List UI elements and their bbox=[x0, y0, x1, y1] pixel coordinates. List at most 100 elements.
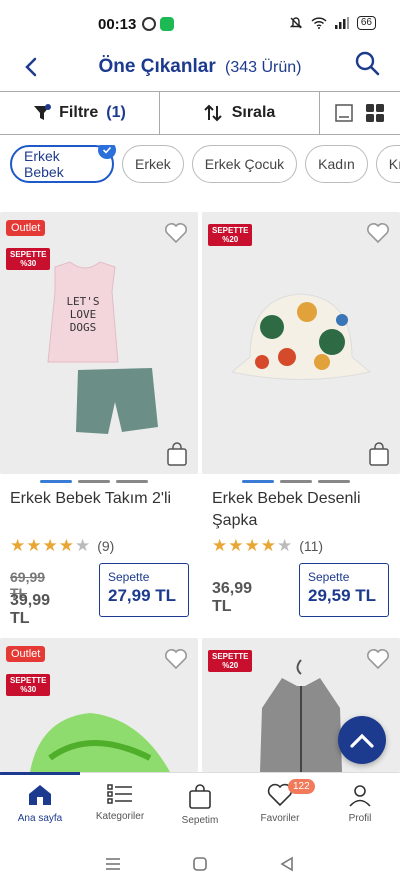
chip-kiz[interactable]: Kız bbox=[375, 145, 400, 183]
rating: ★★★★ ★ (9) bbox=[10, 536, 114, 556]
favorite-button[interactable] bbox=[164, 222, 188, 246]
sort-icon bbox=[203, 104, 222, 122]
sale-badge: SEPETTE %20 bbox=[208, 650, 253, 672]
filter-button[interactable]: Filtre (1) bbox=[0, 92, 160, 134]
sale-badge: SEPETTE %30 bbox=[6, 248, 51, 270]
check-icon bbox=[98, 145, 116, 159]
nav-label: Kategoriler bbox=[95, 811, 145, 822]
chevron-up-icon bbox=[350, 733, 374, 748]
chip-erkek[interactable]: Erkek bbox=[122, 145, 184, 183]
nav-label: Profil bbox=[348, 813, 372, 824]
user-icon bbox=[349, 785, 371, 807]
favorite-button[interactable] bbox=[366, 648, 390, 672]
page-title-text: Öne Çıkanlar bbox=[98, 56, 216, 77]
outlet-badge: Outlet bbox=[6, 220, 46, 236]
add-to-bag-button[interactable] bbox=[368, 442, 390, 466]
outlet-badge: Outlet bbox=[6, 646, 46, 662]
chip-erkek-bebek[interactable]: Erkek Bebek bbox=[10, 145, 116, 183]
sale-badge-line1: SEPETTE bbox=[10, 676, 47, 685]
sale-badge-line2: %20 bbox=[222, 661, 239, 670]
filter-count: (1) bbox=[106, 104, 126, 121]
grid-view-icon[interactable] bbox=[365, 103, 385, 123]
sale-badge-line1: SEPETTE bbox=[212, 652, 249, 661]
sort-button[interactable]: Sırala bbox=[160, 92, 320, 134]
page-title: Öne Çıkanlar (343 Ürün) bbox=[0, 56, 400, 78]
sale-badge-line1: SEPETTE bbox=[10, 250, 47, 259]
svg-text:LET'S: LET'S bbox=[66, 295, 99, 308]
category-chips: Erkek Bebek Erkek Erkek Çocuk Kadın Kız bbox=[10, 145, 400, 187]
status-app-icons bbox=[142, 17, 174, 31]
favorite-button[interactable] bbox=[366, 222, 390, 246]
battery-indicator: 66 bbox=[356, 16, 376, 30]
star-icon: ★★★★ bbox=[10, 536, 75, 555]
nav-label: Sepetim bbox=[181, 815, 219, 826]
svg-text:LOVE: LOVE bbox=[70, 308, 97, 321]
sale-badge: SEPETTE %30 bbox=[6, 674, 51, 696]
favorites-count-badge: 122 bbox=[288, 779, 315, 794]
sale-badge: SEPETTE %20 bbox=[208, 224, 253, 246]
product-name: Erkek Bebek Desenli Şapka bbox=[212, 490, 361, 529]
basket-price-box[interactable]: Sepette 27,99 TL bbox=[99, 563, 189, 617]
wifi-icon bbox=[311, 17, 327, 29]
product-image[interactable]: SEPETTE %20 bbox=[202, 212, 400, 474]
signal-icon bbox=[334, 17, 349, 29]
product-image[interactable]: LET'S LOVE DOGS Outlet SEPETTE %30 bbox=[0, 212, 198, 474]
chip-kadin[interactable]: Kadın bbox=[305, 145, 368, 183]
sale-badge-line2: %30 bbox=[20, 259, 37, 268]
heart-icon bbox=[165, 649, 187, 670]
search-icon bbox=[355, 51, 380, 76]
chip-label: Erkek Bebek bbox=[24, 148, 64, 180]
system-nav-bar bbox=[0, 840, 400, 888]
heart-icon bbox=[367, 223, 389, 244]
sale-badge-line2: %20 bbox=[222, 235, 239, 244]
bag-icon bbox=[167, 442, 187, 466]
rating-count: (11) bbox=[299, 538, 324, 554]
whatsapp-icon bbox=[142, 17, 156, 31]
home-icon bbox=[29, 785, 51, 805]
filter-icon bbox=[34, 104, 52, 120]
status-time: 00:13 bbox=[98, 16, 137, 33]
nav-label: Ana sayfa bbox=[17, 813, 63, 824]
basket-label: Sepette bbox=[308, 570, 350, 584]
chip-label: Erkek bbox=[135, 156, 171, 172]
filter-label: Filtre bbox=[59, 104, 99, 121]
single-view-icon[interactable] bbox=[335, 104, 353, 122]
nav-profile[interactable]: Profil bbox=[320, 773, 400, 834]
home-square-icon[interactable] bbox=[192, 856, 208, 872]
nav-home[interactable]: Ana sayfa bbox=[0, 773, 80, 834]
sale-badge-line2: %30 bbox=[20, 685, 37, 694]
status-right: 66 bbox=[289, 16, 376, 30]
rating-count: (9) bbox=[97, 538, 115, 554]
chip-label: Erkek Çocuk bbox=[204, 156, 285, 172]
basket-label: Sepette bbox=[108, 570, 150, 584]
scroll-to-top-button[interactable] bbox=[338, 716, 386, 764]
image-pager bbox=[40, 480, 148, 483]
price: 36,99 TL bbox=[212, 580, 253, 615]
nav-categories[interactable]: Kategoriler bbox=[80, 773, 160, 834]
star-empty-icon: ★ bbox=[276, 536, 294, 555]
app-notification-icon bbox=[160, 17, 174, 31]
recent-apps-icon[interactable] bbox=[105, 857, 121, 871]
chip-erkek-cocuk[interactable]: Erkek Çocuk bbox=[191, 145, 298, 183]
add-to-bag-button[interactable] bbox=[166, 442, 188, 466]
price: 39,99 TL bbox=[10, 592, 51, 627]
nav-cart[interactable]: Sepetim bbox=[160, 773, 240, 834]
star-empty-icon: ★ bbox=[74, 536, 92, 555]
bag-icon bbox=[189, 784, 211, 809]
heart-icon bbox=[165, 223, 187, 244]
search-button[interactable] bbox=[354, 50, 384, 80]
heart-icon bbox=[367, 649, 389, 670]
favorite-button[interactable] bbox=[164, 648, 188, 672]
product-image[interactable]: Outlet SEPETTE %30 bbox=[0, 638, 198, 772]
basket-price-box[interactable]: Sepette 29,59 TL bbox=[299, 563, 389, 617]
image-pager bbox=[242, 480, 350, 483]
header: Öne Çıkanlar (343 Ürün) bbox=[0, 44, 400, 90]
back-triangle-icon[interactable] bbox=[279, 856, 295, 872]
mute-icon bbox=[289, 17, 303, 29]
star-icon: ★★★★ bbox=[212, 536, 277, 555]
categories-icon bbox=[107, 784, 132, 804]
nav-favorites[interactable]: 122 Favoriler bbox=[240, 773, 320, 834]
toolbar: Filtre (1) Sırala bbox=[0, 91, 400, 135]
view-toggle bbox=[320, 92, 400, 134]
chip-label: Kadın bbox=[318, 156, 355, 172]
